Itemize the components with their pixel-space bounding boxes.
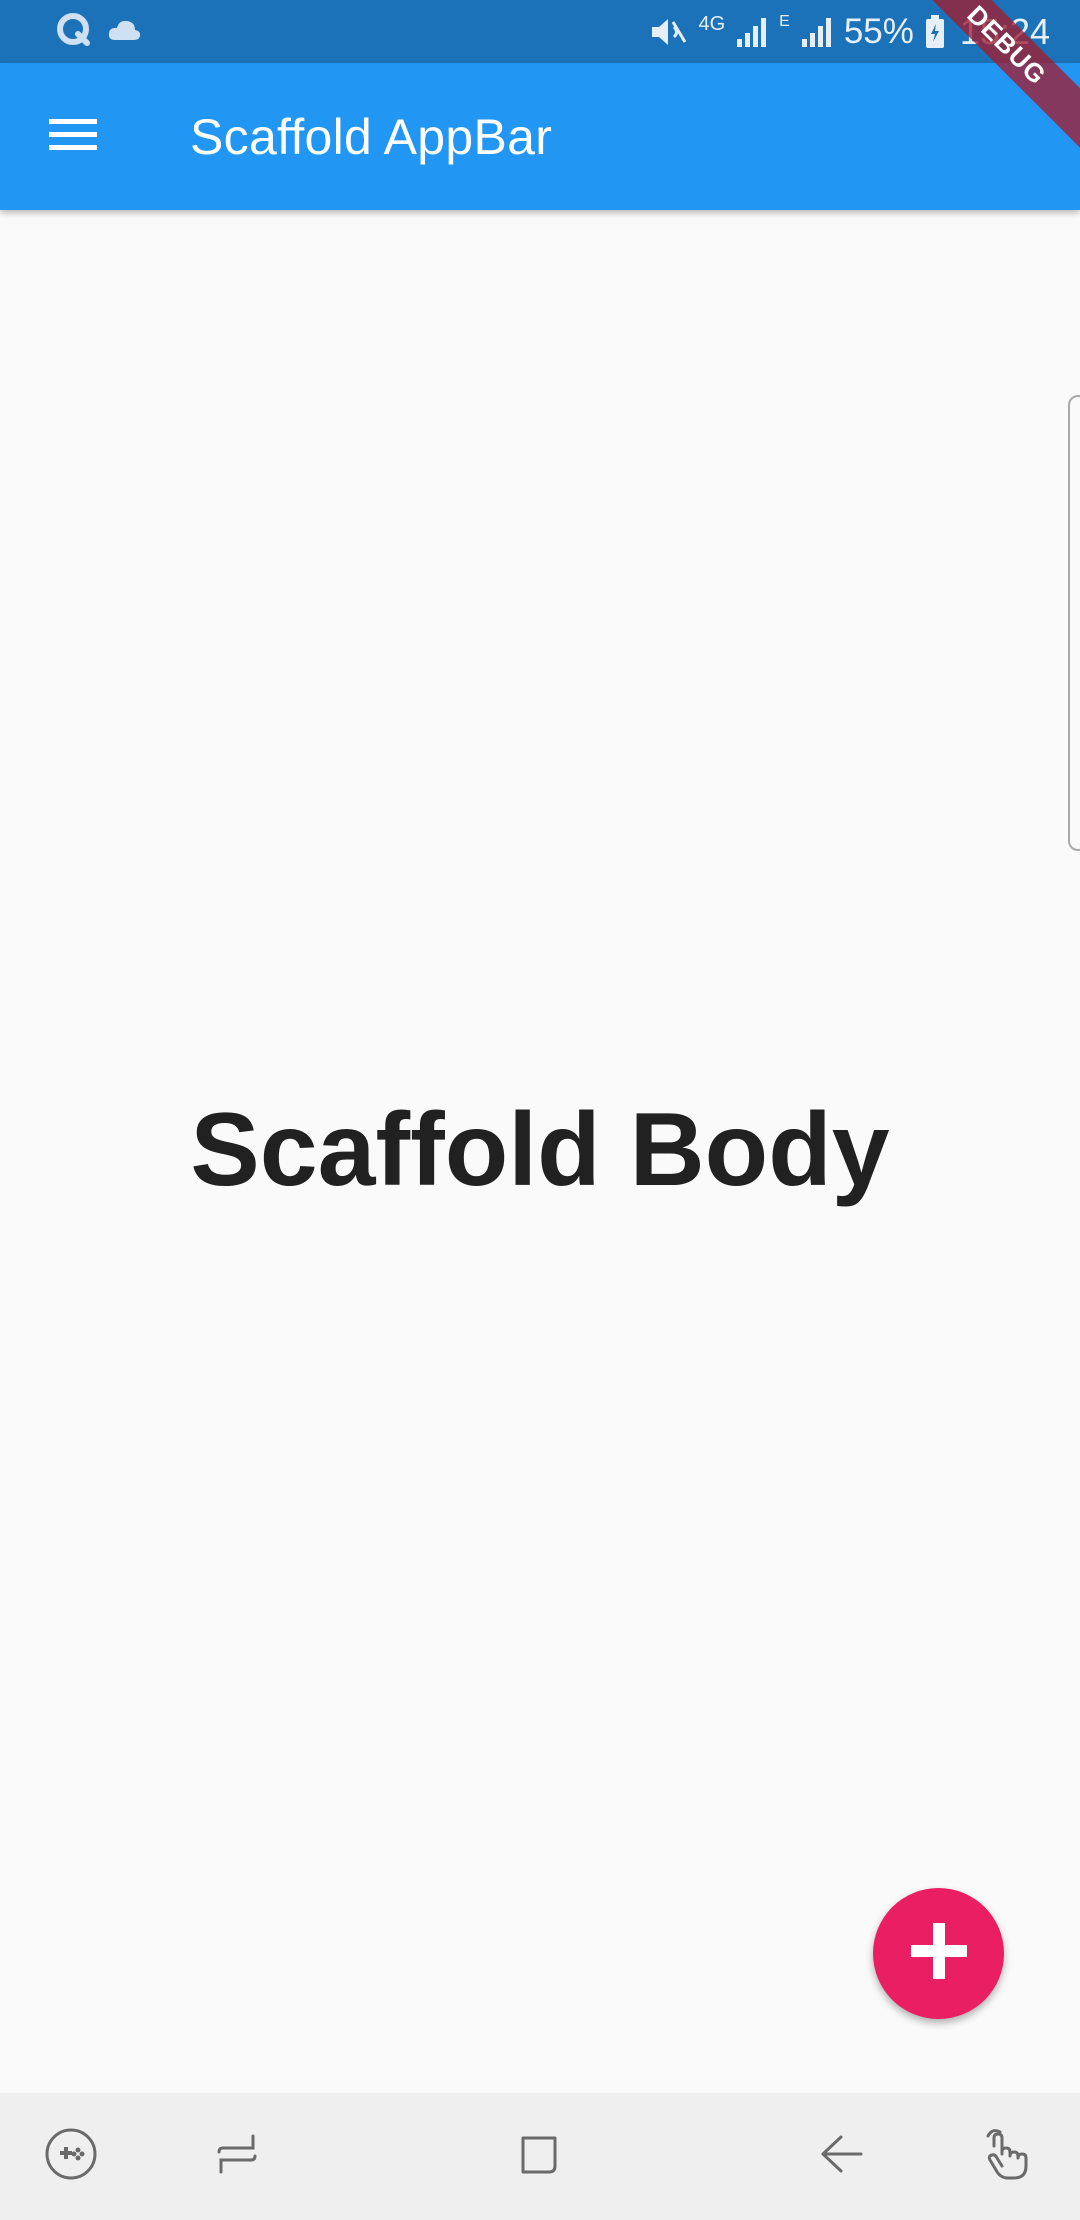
home-icon <box>515 2130 563 2183</box>
status-notifications <box>56 12 142 53</box>
quik-icon <box>56 12 92 53</box>
game-launcher-icon <box>43 2126 99 2187</box>
app-bar: Scaffold AppBar <box>0 63 1080 210</box>
battery-percentage: 55% <box>843 12 914 51</box>
touch-assist-button[interactable] <box>973 2121 1043 2191</box>
plus-icon <box>907 1919 971 1988</box>
back-icon <box>817 2129 867 2184</box>
touch-icon <box>980 2126 1036 2187</box>
edge-panel-handle[interactable] <box>1068 395 1080 851</box>
game-launcher-button[interactable] <box>36 2121 106 2191</box>
recents-button[interactable] <box>202 2121 272 2191</box>
network-type-label: 4G <box>698 13 726 35</box>
mute-icon <box>648 14 688 50</box>
home-button[interactable] <box>504 2121 574 2191</box>
navigation-bar <box>0 2093 1080 2220</box>
status-bar: 4G E 55% <box>0 0 1080 63</box>
scaffold-body-text: Scaffold Body <box>190 1092 890 1208</box>
menu-button[interactable] <box>28 99 118 175</box>
add-fab-button[interactable] <box>873 1888 1004 2019</box>
cloud-icon <box>106 16 142 49</box>
screen: 4G E 55% Scaffold AppBar DEBUG Scaffold … <box>0 0 1080 2220</box>
menu-icon <box>49 117 97 158</box>
network-secondary-label: E <box>779 13 790 30</box>
signal-icon <box>735 15 769 49</box>
back-button[interactable] <box>807 2121 877 2191</box>
battery-icon <box>924 14 946 50</box>
recents-icon <box>213 2130 261 2183</box>
signal-icon <box>800 15 834 49</box>
app-bar-title: Scaffold AppBar <box>190 109 553 165</box>
